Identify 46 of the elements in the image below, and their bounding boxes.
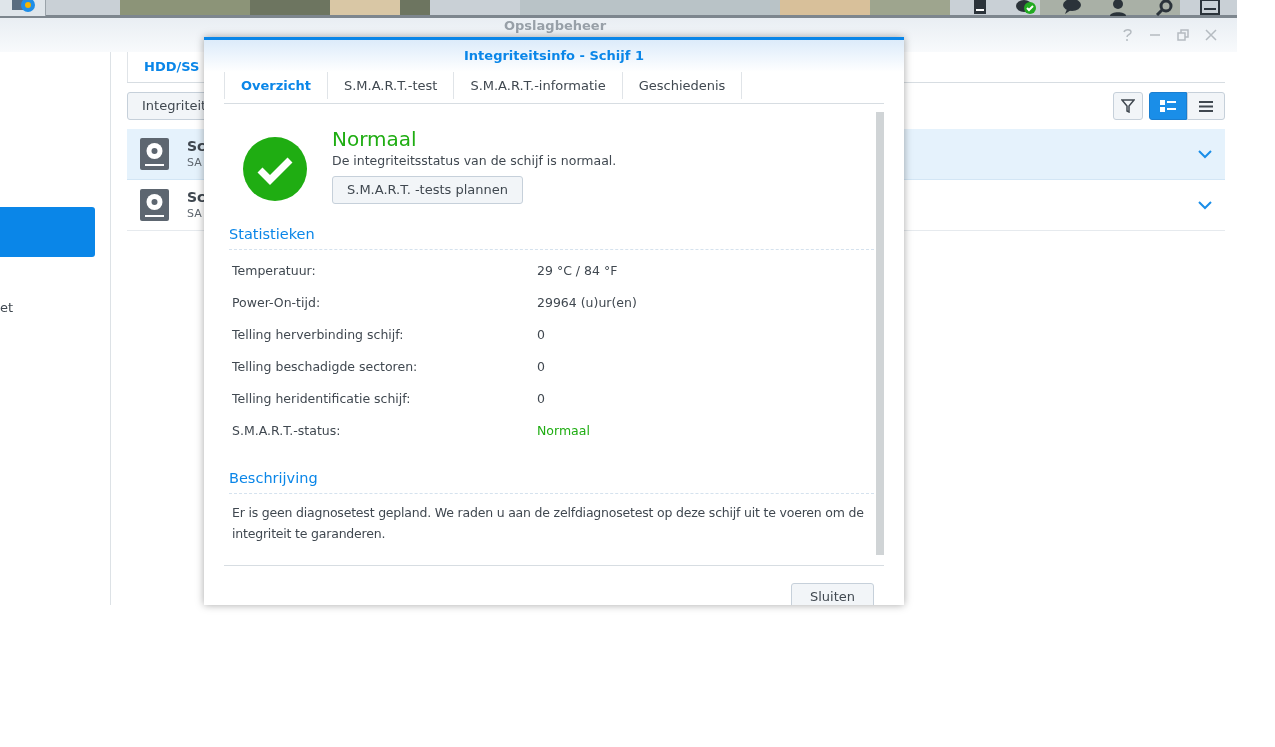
- tab[interactable]: S.M.A.R.T.-test: [327, 72, 455, 99]
- description-text: Er is geen diagnosetest gepland. We raden u aan de zelfdiagnosetest op deze schijf uit te voeren om de integriteit te garanderen.: [231, 503, 865, 543]
- stat-value: 0: [537, 358, 545, 377]
- stat-value: 0: [537, 390, 545, 409]
- scrollbar[interactable]: [876, 112, 884, 555]
- stat-label: S.M.A.R.T.-status:: [232, 422, 342, 441]
- stat-value: Normaal: [537, 422, 590, 441]
- disk-type: SA: [187, 155, 203, 171]
- stat-value: 0: [537, 326, 545, 345]
- stat-label: Telling herverbinding schijf:: [232, 326, 405, 345]
- disk-name: Sc: [187, 188, 206, 206]
- check-circle-icon: [243, 137, 307, 201]
- user-icon[interactable]: [1107, 0, 1129, 16]
- chat-icon[interactable]: [1061, 0, 1083, 16]
- detail-list-icon: [1160, 100, 1176, 112]
- status-message: De integriteitsstatus van de schijf is normaal.: [332, 152, 617, 170]
- status-title: Normaal: [332, 126, 417, 152]
- detail-view-button[interactable]: [1149, 92, 1187, 120]
- list-view-button[interactable]: [1187, 92, 1225, 120]
- tab[interactable]: Geschiedenis: [622, 72, 743, 99]
- stat-label: Telling beschadigde sectoren:: [232, 358, 419, 377]
- cloud-check-icon[interactable]: [1015, 0, 1037, 16]
- tab[interactable]: Overzicht: [224, 72, 328, 99]
- chevron-down-icon[interactable]: [1198, 200, 1212, 210]
- list-icon: [1199, 100, 1213, 112]
- section-heading: Beschrijving: [229, 467, 874, 494]
- disk-type: SA: [187, 206, 203, 222]
- filter-icon: [1121, 99, 1135, 113]
- filter-button[interactable]: [1113, 92, 1143, 120]
- dialog-title: Integriteitsinfo - Schijf 1: [464, 47, 644, 66]
- stat-label: Power-On-tijd:: [232, 294, 322, 313]
- stat-label: Temperatuur:: [232, 262, 317, 281]
- section-heading: Statistieken: [229, 224, 874, 250]
- chevron-down-icon[interactable]: [1198, 149, 1212, 159]
- tab[interactable]: S.M.A.R.T.-informatie: [454, 72, 623, 99]
- search-icon[interactable]: [1153, 0, 1175, 16]
- stat-label: Telling heridentificatie schijf:: [232, 390, 412, 409]
- window-title: Opslagbeheer: [504, 19, 607, 33]
- disk-name: Sc: [187, 137, 206, 155]
- stat-value: 29 °C / 84 °F: [537, 262, 618, 281]
- sidebar-item[interactable]: et: [0, 283, 95, 333]
- stat-value: 29964 (u)ur(en): [537, 294, 637, 313]
- widgets-icon[interactable]: [1199, 0, 1221, 16]
- schedule-tests-button[interactable]: S.M.A.R.T. -tests plannen: [332, 176, 523, 204]
- close-button[interactable]: Sluiten: [790, 583, 874, 605]
- main-menu-button[interactable]: [0, 0, 46, 16]
